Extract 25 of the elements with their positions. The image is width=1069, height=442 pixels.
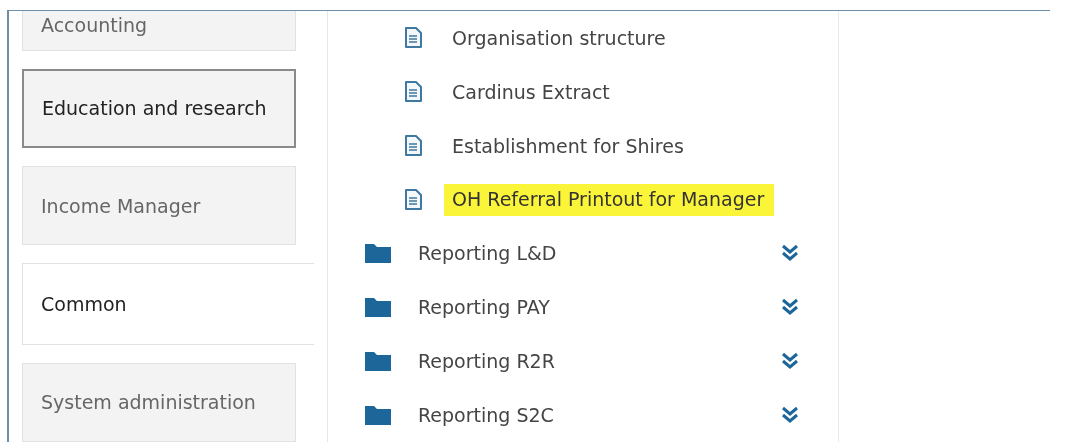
folder-label[interactable]: Reporting PAY	[418, 296, 550, 319]
report-link[interactable]: Cardinus Extract	[452, 80, 610, 103]
double-chevron-down-icon[interactable]	[780, 405, 800, 426]
folder-icon	[364, 350, 392, 373]
category-tab[interactable]: Income Manager	[22, 166, 296, 246]
document-icon	[404, 26, 422, 49]
folder-icon	[364, 404, 392, 427]
folder-icon	[364, 296, 392, 319]
document-icon	[404, 134, 422, 157]
double-chevron-down-icon[interactable]	[780, 297, 800, 318]
folder-icon	[364, 242, 392, 265]
double-chevron-down-icon[interactable]	[780, 243, 800, 264]
report-link[interactable]: OH Referral Printout for Manager	[444, 183, 775, 216]
category-tab[interactable]: System administration	[22, 362, 296, 442]
document-icon	[404, 188, 422, 211]
double-chevron-down-icon[interactable]	[780, 351, 800, 372]
category-tab[interactable]: Common	[22, 263, 314, 345]
report-link[interactable]: Establishment for Shires	[452, 134, 684, 157]
category-tab[interactable]: Education and research	[22, 68, 296, 149]
category-tab[interactable]: Accounting	[22, 11, 296, 51]
report-link[interactable]: Organisation structure	[452, 26, 666, 49]
folder-label[interactable]: Reporting R2R	[418, 350, 555, 373]
folder-label[interactable]: Reporting S2C	[418, 404, 554, 427]
folder-label[interactable]: Reporting L&D	[418, 242, 557, 265]
document-icon	[404, 80, 422, 103]
